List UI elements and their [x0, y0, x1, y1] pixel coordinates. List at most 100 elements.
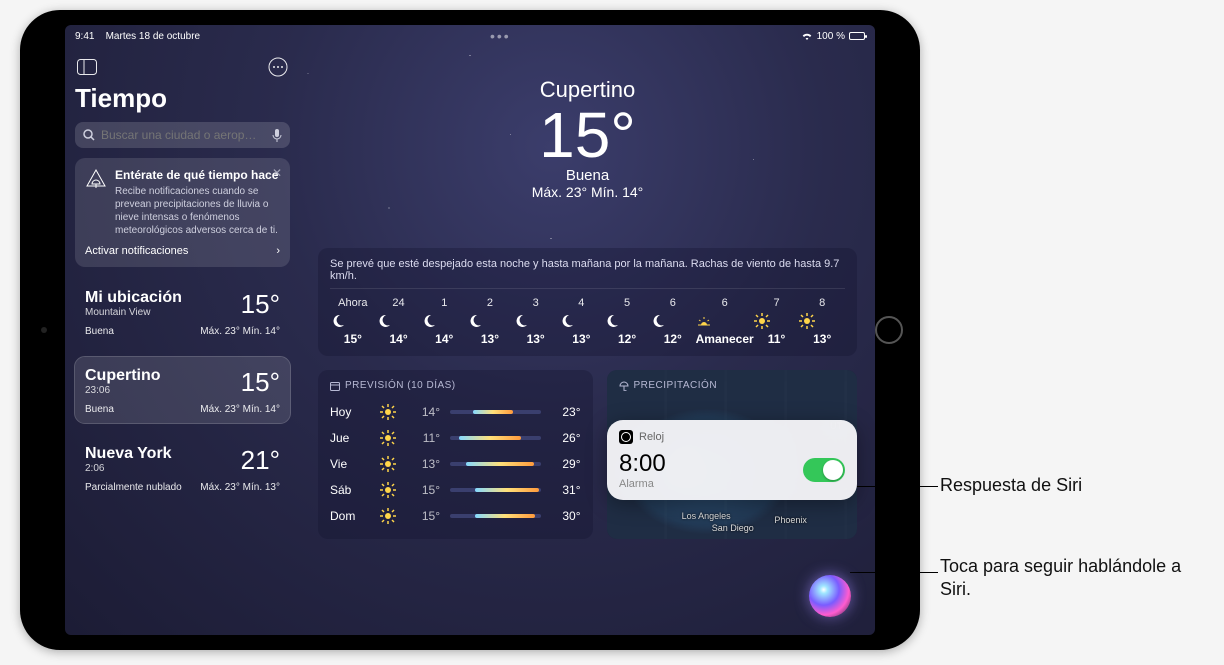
search-input[interactable] [101, 128, 266, 142]
daily-title: PREVISIÓN (10 DÍAS) [345, 380, 456, 391]
hour-label: 6 [650, 297, 696, 309]
sun-icon [380, 404, 400, 420]
hour-cell: 6 Amanecer [696, 297, 754, 346]
temp-range-bar [450, 514, 541, 518]
sun-icon [754, 313, 800, 329]
callout-siri-tap: Toca para seguir hablándole a Siri. [940, 555, 1200, 602]
location-card[interactable]: Nueva York 2:06 21° Parcialmente nublado… [75, 435, 290, 501]
day-high: 26° [551, 431, 581, 445]
sun-icon [799, 313, 845, 329]
moon-icon [330, 313, 376, 329]
mic-icon[interactable] [272, 128, 282, 142]
loc-name: Mi ubicación [85, 289, 182, 307]
home-button[interactable] [875, 316, 903, 344]
clock-app-icon [619, 430, 633, 444]
hourly-forecast-card[interactable]: Se prevé que esté despejado esta noche y… [318, 248, 857, 356]
day-high: 23° [551, 405, 581, 419]
day-low: 11° [410, 431, 440, 445]
loc-hilo: Máx. 23° Mín. 14° [200, 404, 280, 415]
daily-row: Sáb 15° 31° [330, 477, 581, 503]
day-label: Sáb [330, 483, 370, 497]
hour-label: 6 [696, 297, 754, 309]
hour-temp: 12° [604, 332, 650, 346]
location-card[interactable]: Cupertino 23:06 15° Buena Máx. 23° Mín. … [75, 357, 290, 423]
sun-icon [380, 456, 400, 472]
sun-icon [380, 508, 400, 524]
warning-umbrella-icon [85, 168, 107, 190]
daily-row: Jue 11° 26° [330, 425, 581, 451]
loc-sub: Mountain View [85, 307, 182, 318]
day-label: Hoy [330, 405, 370, 419]
notice-title: Entérate de qué tiempo hace [115, 168, 280, 182]
hour-temp: 13° [467, 332, 513, 346]
alarm-label: Alarma [619, 478, 666, 490]
close-icon[interactable]: ✕ [272, 166, 282, 180]
hour-cell: 3 13° [513, 297, 559, 346]
status-time: 9:41 [75, 31, 94, 42]
wifi-icon [801, 31, 813, 41]
hour-cell: 4 13° [559, 297, 605, 346]
multitask-dots-icon[interactable]: ••• [490, 28, 511, 44]
notice-cta-label: Activar notificaciones [85, 245, 188, 257]
loc-name: Cupertino [85, 367, 161, 385]
loc-sub: 23:06 [85, 385, 161, 396]
sidebar-title: Tiempo [75, 83, 290, 114]
notice-cta[interactable]: Activar notificaciones › [85, 245, 280, 257]
alarm-time: 8:00 [619, 450, 666, 478]
hour-label: 24 [376, 297, 422, 309]
day-label: Vie [330, 457, 370, 471]
map-label-sd: San Diego [712, 523, 754, 533]
day-low: 15° [410, 483, 440, 497]
day-label: Dom [330, 509, 370, 523]
hour-label: 4 [559, 297, 605, 309]
front-camera [41, 327, 47, 333]
hourly-summary: Se prevé que esté despejado esta noche y… [330, 258, 845, 289]
status-left: 9:41 Martes 18 de octubre [75, 31, 200, 42]
more-icon[interactable] [266, 55, 290, 79]
hour-temp: 12° [650, 332, 696, 346]
hour-label: 1 [421, 297, 467, 309]
current-temp: 15° [318, 103, 857, 167]
moon-icon [376, 313, 422, 329]
ipad-frame: 9:41 Martes 18 de octubre ••• 100 % [20, 10, 920, 650]
location-card[interactable]: Mi ubicación Mountain View 15° Buena Máx… [75, 279, 290, 345]
loc-name: Nueva York [85, 445, 172, 463]
hour-temp: Amanecer [696, 332, 754, 346]
daily-row: Dom 15° 30° [330, 503, 581, 529]
loc-temp: 15° [241, 367, 280, 398]
hour-cell: 2 13° [467, 297, 513, 346]
screen: 9:41 Martes 18 de octubre ••• 100 % [65, 25, 875, 635]
day-low: 13° [410, 457, 440, 471]
hour-cell: 6 12° [650, 297, 696, 346]
sun-icon [380, 482, 400, 498]
hour-temp: 11° [754, 332, 800, 346]
day-low: 14° [410, 405, 440, 419]
map-label-la: Los Angeles [682, 511, 731, 521]
temp-range-bar [450, 462, 541, 466]
weather-alert-notice: ✕ Entérate de qué tiempo hace Recibe not… [75, 158, 290, 267]
chevron-right-icon: › [276, 245, 280, 257]
status-bar: 9:41 Martes 18 de octubre ••• 100 % [65, 25, 875, 47]
hour-cell: 8 13° [799, 297, 845, 346]
notice-body: Recibe notificaciones cuando se prevean … [115, 185, 280, 237]
hour-temp: 14° [421, 332, 467, 346]
day-label: Jue [330, 431, 370, 445]
daily-forecast-card[interactable]: PREVISIÓN (10 DÍAS) Hoy 14° 23°Jue 11° 2… [318, 370, 593, 539]
siri-response-card[interactable]: Reloj 8:00 Alarma [607, 420, 857, 500]
loc-temp: 15° [241, 289, 280, 320]
sidebar-toggle-icon[interactable] [75, 55, 99, 79]
daily-row: Hoy 14° 23° [330, 399, 581, 425]
main-pane: Cupertino 15° Buena Máx. 23° Mín. 14° Se… [300, 47, 875, 635]
calendar-icon [330, 381, 340, 391]
day-low: 15° [410, 509, 440, 523]
hour-cell: 5 12° [604, 297, 650, 346]
hour-cell: 7 11° [754, 297, 800, 346]
hour-temp: 13° [513, 332, 559, 346]
current-cond: Buena [318, 167, 857, 184]
hour-label: 5 [604, 297, 650, 309]
search-field[interactable] [75, 122, 290, 148]
siri-orb-button[interactable] [809, 575, 851, 617]
loc-hilo: Máx. 23° Mín. 14° [200, 326, 280, 337]
battery-pct: 100 % [817, 31, 845, 42]
alarm-toggle[interactable] [803, 458, 845, 482]
